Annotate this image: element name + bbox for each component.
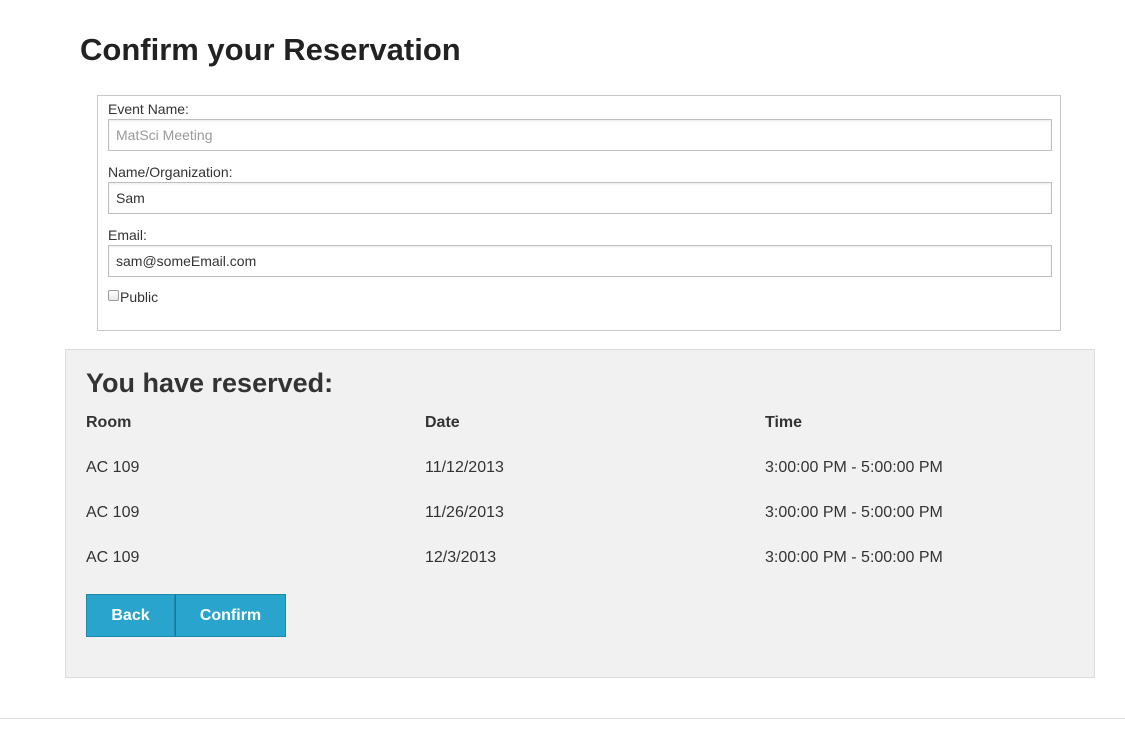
table-row: AC 109 12/3/2013 3:00:00 PM - 5:00:00 PM [86,549,1096,594]
organization-label: Name/Organization: [108,164,233,180]
back-button[interactable]: Back [86,594,175,637]
column-header-room: Room [86,414,132,431]
cell-room: AC 109 [86,549,140,566]
confirm-button[interactable]: Confirm [175,594,286,637]
cell-time: 3:00:00 PM - 5:00:00 PM [765,459,943,476]
reservation-table: Room Date Time AC 109 11/12/2013 3:00:00… [86,414,1096,594]
cell-time: 3:00:00 PM - 5:00:00 PM [765,549,943,566]
event-name-label: Event Name: [108,101,189,117]
public-option: Public [108,289,158,305]
table-header-row: Room Date Time [86,414,1096,459]
organization-input[interactable] [108,182,1052,214]
cell-time: 3:00:00 PM - 5:00:00 PM [765,504,943,521]
action-buttons: Back Confirm [86,594,286,637]
cell-room: AC 109 [86,459,140,476]
cell-date: 11/12/2013 [425,459,504,476]
cell-date: 12/3/2013 [425,549,497,566]
cell-room: AC 109 [86,504,140,521]
column-header-date: Date [425,414,460,431]
table-row: AC 109 11/12/2013 3:00:00 PM - 5:00:00 P… [86,459,1096,504]
event-name-input[interactable] [108,119,1052,151]
public-checkbox[interactable] [108,289,119,301]
summary-title: You have reserved: [86,368,334,398]
footer-divider [0,718,1125,719]
reservation-summary: You have reserved: Room Date Time AC 109… [65,349,1095,678]
reservation-form: Event Name: Name/Organization: Email: Pu… [97,95,1061,331]
column-header-time: Time [765,414,803,431]
cell-date: 11/26/2013 [425,504,504,521]
email-label: Email: [108,227,147,243]
table-row: AC 109 11/26/2013 3:00:00 PM - 5:00:00 P… [86,504,1096,549]
public-checkbox-label: Public [120,289,159,305]
email-input[interactable] [108,245,1052,277]
page-title: Confirm your Reservation [80,32,461,67]
